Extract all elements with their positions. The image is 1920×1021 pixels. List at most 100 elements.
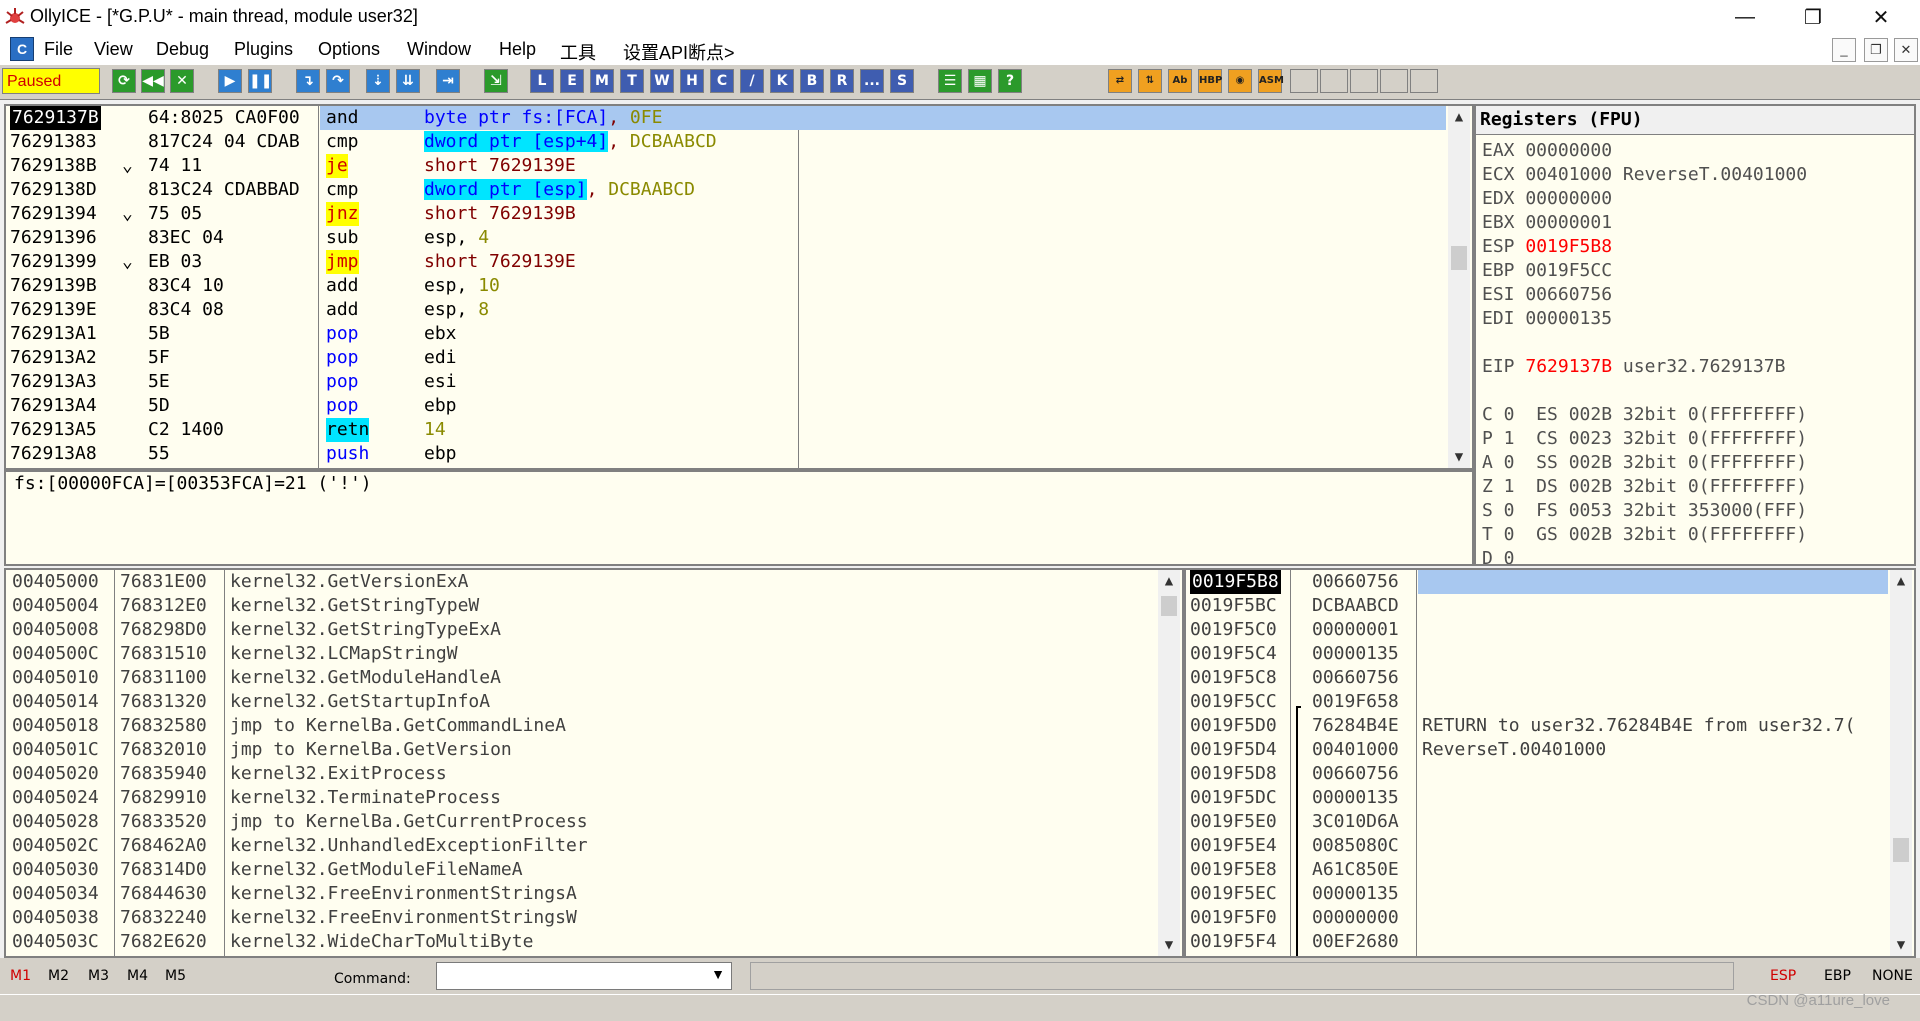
minimize-button[interactable]: — — [1716, 0, 1774, 34]
windows-button[interactable]: W — [650, 69, 674, 93]
disasm-row[interactable]: 7629137B 64:8025 CA0F00 and byte ptr fs:[FC… — [6, 106, 1446, 130]
handles-button[interactable]: H — [680, 69, 704, 93]
references-button[interactable]: R — [830, 69, 854, 93]
disasm-row[interactable]: 76291396 83EC 04 sub esp, 4 — [6, 226, 1446, 250]
disasm-row[interactable]: 762913A1 5B pop ebx — [6, 322, 1446, 346]
stack-row[interactable]: 0019F5D4 00401000 ReverseT.00401000 — [1186, 738, 1888, 762]
menu-file[interactable]: File — [44, 39, 73, 60]
threads-button[interactable]: T — [620, 69, 644, 93]
mark-tab-m5[interactable]: M5 — [165, 968, 186, 984]
executable-modules-button[interactable]: E — [560, 69, 584, 93]
scroll-thumb[interactable] — [1161, 596, 1177, 616]
register-line[interactable]: T 0 GS 002B 32bit 0(FFFFFFFF) — [1482, 524, 1807, 545]
close-program-icon[interactable]: ✕ — [170, 69, 194, 93]
list-icon[interactable]: ☰ — [938, 69, 962, 93]
menu-options[interactable]: Options — [318, 39, 380, 60]
stack-row[interactable]: 0019F5F4 00EF2680 — [1186, 930, 1888, 954]
stack-row[interactable]: 0019F5DC 00000135 — [1186, 786, 1888, 810]
stack-row[interactable]: 0019F5BC DCBAABCD — [1186, 594, 1888, 618]
register-line[interactable]: ESP 0019F5B8 — [1482, 236, 1612, 257]
scroll-thumb[interactable] — [1893, 838, 1909, 862]
stack-scrollbar[interactable]: ▲ ▼ — [1890, 570, 1912, 956]
mdi-minimize-button[interactable]: _ — [1832, 38, 1856, 62]
restore-button[interactable]: ❐ — [1784, 0, 1842, 34]
scroll-thumb[interactable] — [1451, 246, 1467, 270]
stack-row[interactable]: 0019F5E4 0085080C — [1186, 834, 1888, 858]
register-line[interactable]: ESI 00660756 — [1482, 284, 1612, 305]
menu-help[interactable]: Help — [499, 39, 536, 60]
disasm-row[interactable]: 76291394 ⌄ 75 05 jnz short 7629139B — [6, 202, 1446, 226]
mdi-restore-button[interactable]: ❐ — [1864, 38, 1888, 62]
scroll-down-arrow[interactable]: ▼ — [1158, 934, 1180, 956]
toolbar-empty-slot[interactable] — [1350, 69, 1378, 93]
register-line[interactable]: S 0 FS 0053 32bit 353000(FFF) — [1482, 500, 1807, 521]
toolbar-empty-slot[interactable] — [1290, 69, 1318, 93]
toolbar-empty-slot[interactable] — [1380, 69, 1408, 93]
mark-tab-m1[interactable]: M1 — [10, 968, 31, 984]
register-line[interactable]: EAX 00000000 — [1482, 140, 1612, 161]
dump-row[interactable]: 00405038 76832240 kernel32.FreeEnvironment… — [6, 906, 1156, 930]
dump-row[interactable]: 00405034 76844630 kernel32.FreeEnvironment… — [6, 882, 1156, 906]
chevron-down-icon[interactable]: ▼ — [711, 966, 725, 982]
scroll-up-arrow[interactable]: ▲ — [1890, 570, 1912, 592]
stack-row[interactable]: 0019F5EC 00000135 — [1186, 882, 1888, 906]
menu-set-api-breakpoint[interactable]: 设置API断点> — [623, 39, 735, 65]
disassembly-scrollbar[interactable]: ▲ ▼ — [1448, 106, 1470, 468]
stack-row[interactable]: 0019F5E8 A61C850E — [1186, 858, 1888, 882]
help-icon[interactable]: ? — [998, 69, 1022, 93]
register-line[interactable]: C 0 ES 002B 32bit 0(FFFFFFFF) — [1482, 404, 1807, 425]
execute-till-return-icon[interactable]: ⇥ — [436, 69, 460, 93]
register-line[interactable]: EDX 00000000 — [1482, 188, 1612, 209]
dump-row[interactable]: 00405010 76831100 kernel32.GetModuleHandle… — [6, 666, 1156, 690]
log-window-button[interactable]: L — [530, 69, 554, 93]
follow-ebp-button[interactable]: EBP — [1824, 968, 1851, 984]
menu-plugins[interactable]: Plugins — [234, 39, 293, 60]
close-button[interactable]: ✕ — [1852, 0, 1910, 34]
disasm-row[interactable]: 762913A8 55 push ebp — [6, 442, 1446, 466]
stack-row[interactable]: 0019F5D8 00660756 — [1186, 762, 1888, 786]
stack-row[interactable]: 0019F5C8 00660756 — [1186, 666, 1888, 690]
mdi-close-button[interactable]: ✕ — [1894, 38, 1918, 62]
plugin-swap-icon[interactable]: ⇅ — [1138, 69, 1162, 93]
dump-row[interactable]: 00405000 76831E00 kernel32.GetVersionExA — [6, 570, 1156, 594]
command-input[interactable]: ▼ — [436, 962, 732, 990]
trace-into-icon[interactable]: ⇣ — [366, 69, 390, 93]
menu-window[interactable]: Window — [407, 39, 471, 60]
dump-row[interactable]: 0040500C 76831510 kernel32.LCMapStringW — [6, 642, 1156, 666]
register-line[interactable]: EBP 0019F5CC — [1482, 260, 1612, 281]
menu-tools[interactable]: 工具 — [560, 39, 596, 65]
patches-button[interactable]: / — [740, 69, 764, 93]
stack-row[interactable]: 0019F5C4 00000135 — [1186, 642, 1888, 666]
dump-row[interactable]: 00405020 76835940 kernel32.ExitProcess — [6, 762, 1156, 786]
dump-row[interactable]: 0040503C 7682E620 kernel32.WideCharToMulti… — [6, 930, 1156, 954]
plugin-target-icon[interactable]: ◉ — [1228, 69, 1252, 93]
dump-row[interactable]: 00405028 76833520 jmp to KernelBa.GetCurre… — [6, 810, 1156, 834]
disasm-row[interactable]: 7629139E 83C4 08 add esp, 8 — [6, 298, 1446, 322]
hardware-breakpoint-icon[interactable]: HBP — [1198, 69, 1222, 93]
register-line[interactable]: A 0 SS 002B 32bit 0(FFFFFFFF) — [1482, 452, 1807, 473]
pause-icon[interactable]: ❚❚ — [248, 69, 272, 93]
toolbar-empty-slot[interactable] — [1410, 69, 1438, 93]
disasm-row[interactable]: 7629138B ⌄ 74 11 je short 7629139E — [6, 154, 1446, 178]
register-line[interactable]: EBX 00000001 — [1482, 212, 1612, 233]
registers-pane[interactable]: Registers (FPU) EAX 00000000 ECX 00401000… — [1474, 104, 1916, 566]
disasm-row[interactable]: 7629139B 83C4 10 add esp, 10 — [6, 274, 1446, 298]
mark-tab-m4[interactable]: M4 — [127, 968, 148, 984]
follow-none-button[interactable]: NONE — [1872, 968, 1913, 984]
rewind-icon[interactable]: ◀◀ — [141, 69, 165, 93]
source-button[interactable]: S — [890, 69, 914, 93]
scroll-up-arrow[interactable]: ▲ — [1158, 570, 1180, 592]
goto-icon[interactable]: ⇲ — [484, 69, 508, 93]
stack-row[interactable]: 0019F5CC 0019F658 — [1186, 690, 1888, 714]
disasm-row[interactable]: 762913A5 C2 1400 retn 14 — [6, 418, 1446, 442]
call-stack-button[interactable]: K — [770, 69, 794, 93]
disasm-row[interactable]: 7629138D 813C24 CDABBAD cmp dword ptr [esp]… — [6, 178, 1446, 202]
stack-row[interactable]: 0019F5D0 76284B4E RETURN to user32.76284B4… — [1186, 714, 1888, 738]
grid-icon[interactable]: ▦ — [968, 69, 992, 93]
register-line[interactable]: Z 1 DS 002B 32bit 0(FFFFFFFF) — [1482, 476, 1807, 497]
register-line[interactable]: ECX 00401000 ReverseT.00401000 — [1482, 164, 1807, 185]
scroll-down-arrow[interactable]: ▼ — [1448, 446, 1470, 468]
dump-row[interactable]: 0040501C 76832010 jmp to KernelBa.GetVersi… — [6, 738, 1156, 762]
stack-row[interactable]: 0019F5E0 3C010D6A — [1186, 810, 1888, 834]
plugin-arrows-icon[interactable]: ⇄ — [1108, 69, 1132, 93]
